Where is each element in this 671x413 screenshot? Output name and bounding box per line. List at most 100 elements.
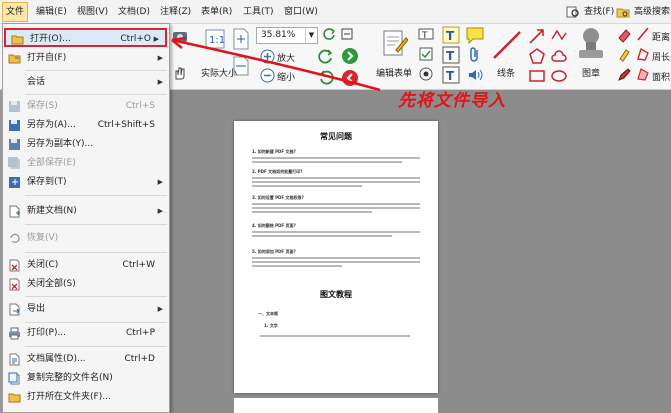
document-page[interactable]: 常见问题 1. 如何新建 PDF 文档? 2. PDF 文档如何批量打印? 3.… — [234, 121, 438, 393]
text-line — [252, 203, 420, 205]
distance-icon — [637, 27, 649, 41]
refresh-icon[interactable] — [322, 27, 336, 41]
radio-field-icon[interactable] — [418, 66, 434, 82]
menu-comment[interactable]: 注释(Z) — [158, 4, 193, 20]
next-page-icon[interactable] — [340, 46, 360, 66]
menu-document[interactable]: 文档(D) — [116, 4, 152, 20]
menu-item-export[interactable]: 导出 ▶ — [3, 300, 169, 319]
menu-item-label: 全部保存(E) — [27, 158, 76, 168]
menu-item-shortcut: Ctrl+P — [126, 328, 155, 338]
svg-text:1:1: 1:1 — [209, 35, 225, 46]
stamp-label[interactable]: 图章 — [582, 66, 600, 79]
eraser-icon[interactable] — [616, 27, 632, 43]
menu-item-close-all[interactable]: 关闭全部(S) — [3, 275, 169, 294]
menu-item-open-from[interactable]: 打开自(F) ▶ — [3, 49, 169, 68]
chevron-right-icon: ▶ — [157, 305, 163, 313]
menu-edit[interactable]: 编辑(E) — [34, 4, 69, 20]
menu-item-label: 打印(P)... — [27, 328, 67, 338]
menu-window[interactable]: 窗口(W) — [282, 4, 320, 20]
chevron-right-icon: ▶ — [157, 178, 163, 186]
find-button[interactable]: 查找(F) — [564, 3, 614, 21]
menu-item-save[interactable]: 保存(S) Ctrl+S — [3, 97, 169, 116]
menu-item-shortcut: Ctrl+W — [122, 260, 155, 270]
distance-label: 距离 — [652, 33, 671, 43]
fit-page-icon[interactable] — [232, 28, 250, 50]
zoom-in-icon — [260, 49, 275, 64]
checkbox-field-icon[interactable] — [418, 46, 434, 62]
menu-item-label: 导出 — [27, 304, 46, 314]
copy-path-icon — [8, 372, 20, 385]
menu-form[interactable]: 表单(R) — [199, 4, 234, 20]
zoom-select[interactable]: 35.81% ▼ — [256, 27, 318, 44]
edit-form-icon[interactable] — [382, 28, 408, 58]
menu-bar: 文件 编辑(E) 视图(V) 文档(D) 注释(Z) 表单(R) 工具(T) 窗… — [0, 0, 671, 24]
rotate-right-icon[interactable] — [318, 48, 334, 64]
menu-item-label: 复制完整的文件名(N) — [27, 373, 113, 383]
rectangle-icon[interactable] — [528, 67, 546, 85]
line-tool-icon[interactable] — [490, 28, 524, 62]
menu-item-label: 打开所在文件夹(F)... — [27, 392, 111, 402]
folder-open-icon — [11, 35, 24, 45]
polyline-icon[interactable] — [550, 27, 568, 45]
menu-item-label: 另存为副本(Y)... — [27, 139, 94, 149]
save-as-icon — [9, 120, 20, 131]
menu-item-label: 关闭(C) — [27, 260, 59, 270]
stamp-icon[interactable] — [576, 26, 606, 62]
text-line — [252, 157, 420, 159]
menu-separator — [25, 70, 167, 71]
prev-page-icon[interactable] — [340, 68, 360, 88]
menu-item-save-copy[interactable]: 另存为副本(Y)... — [3, 135, 169, 154]
fit-icon[interactable] — [340, 27, 354, 41]
menu-separator — [25, 195, 167, 196]
pencil-icon[interactable] — [616, 67, 632, 83]
menu-item-open[interactable]: 打开(O)... Ctrl+O ▶ — [4, 28, 167, 47]
faq-question: 5. 如何添加 PDF 页面? — [252, 249, 296, 254]
menu-separator — [25, 94, 167, 95]
actual-size-label[interactable]: 实际大小 — [201, 66, 237, 79]
menu-item-copy-filename[interactable]: 复制完整的文件名(N) — [3, 369, 169, 388]
menu-item-save-to[interactable]: 保存到(T) ▶ — [3, 173, 169, 192]
menu-file[interactable]: 文件 — [2, 2, 28, 22]
document-page-next[interactable] — [234, 398, 438, 413]
textbox-icon[interactable]: T — [442, 46, 460, 64]
text-line — [260, 335, 410, 337]
actual-size-icon[interactable]: 1:1 — [204, 28, 226, 50]
text-field-icon[interactable]: T — [418, 26, 434, 42]
ellipse-icon[interactable] — [550, 67, 568, 85]
menu-item-print[interactable]: 打印(P)... Ctrl+P — [3, 324, 169, 343]
note-icon[interactable] — [466, 26, 484, 44]
edit-form-label[interactable]: 编辑表单 — [376, 66, 412, 79]
menu-item-save-as[interactable]: 另存为(A)... Ctrl+Shift+S — [3, 116, 169, 135]
line-tool-label[interactable]: 线条 — [497, 66, 515, 79]
callout-icon[interactable]: T — [442, 66, 460, 84]
faq-question: 1. 如何新建 PDF 文档? — [252, 149, 296, 154]
highlight-icon[interactable] — [616, 47, 632, 63]
menu-item-shortcut: Ctrl+O — [120, 34, 151, 44]
menu-item-save-all[interactable]: 全部保存(E) — [3, 154, 169, 173]
menu-separator — [25, 346, 167, 347]
hand-tool-icon[interactable] — [172, 66, 188, 80]
menu-item-open-folder[interactable]: 打开所在文件夹(F)... — [3, 388, 169, 407]
chevron-down-icon[interactable]: ▼ — [305, 28, 317, 43]
folder-search-icon — [616, 8, 630, 18]
rotate-left-icon[interactable] — [318, 69, 334, 85]
menu-view[interactable]: 视图(V) — [75, 4, 110, 20]
typewriter-icon[interactable]: T — [442, 26, 460, 44]
menu-item-revert[interactable]: 恢复(V) — [3, 229, 169, 248]
menu-item-new-document[interactable]: 新建文档(N) ▶ — [3, 202, 169, 221]
arrow-shape-icon[interactable] — [528, 27, 546, 45]
snapshot-icon[interactable] — [172, 29, 188, 43]
menu-tools[interactable]: 工具(T) — [241, 4, 276, 20]
polygon-icon[interactable] — [528, 47, 546, 65]
menu-item-properties[interactable]: 文档属性(D)... Ctrl+D — [3, 350, 169, 369]
area-label: 面积 — [652, 73, 671, 83]
menu-item-close[interactable]: 关闭(C) Ctrl+W — [3, 256, 169, 275]
text-line — [252, 207, 420, 209]
advanced-search-button[interactable]: 高级搜索 — [614, 3, 670, 21]
cloud-icon[interactable] — [550, 47, 568, 65]
file-menu-dropdown: 打开(O)... Ctrl+O ▶ 打开自(F) ▶ 会话 ▶ 保存(S) Ct… — [2, 23, 170, 413]
menu-item-session[interactable]: 会话 ▶ — [3, 73, 169, 92]
menu-item-label: 恢复(V) — [27, 233, 59, 243]
attach-icon[interactable] — [466, 46, 484, 64]
sound-icon[interactable] — [466, 66, 484, 84]
